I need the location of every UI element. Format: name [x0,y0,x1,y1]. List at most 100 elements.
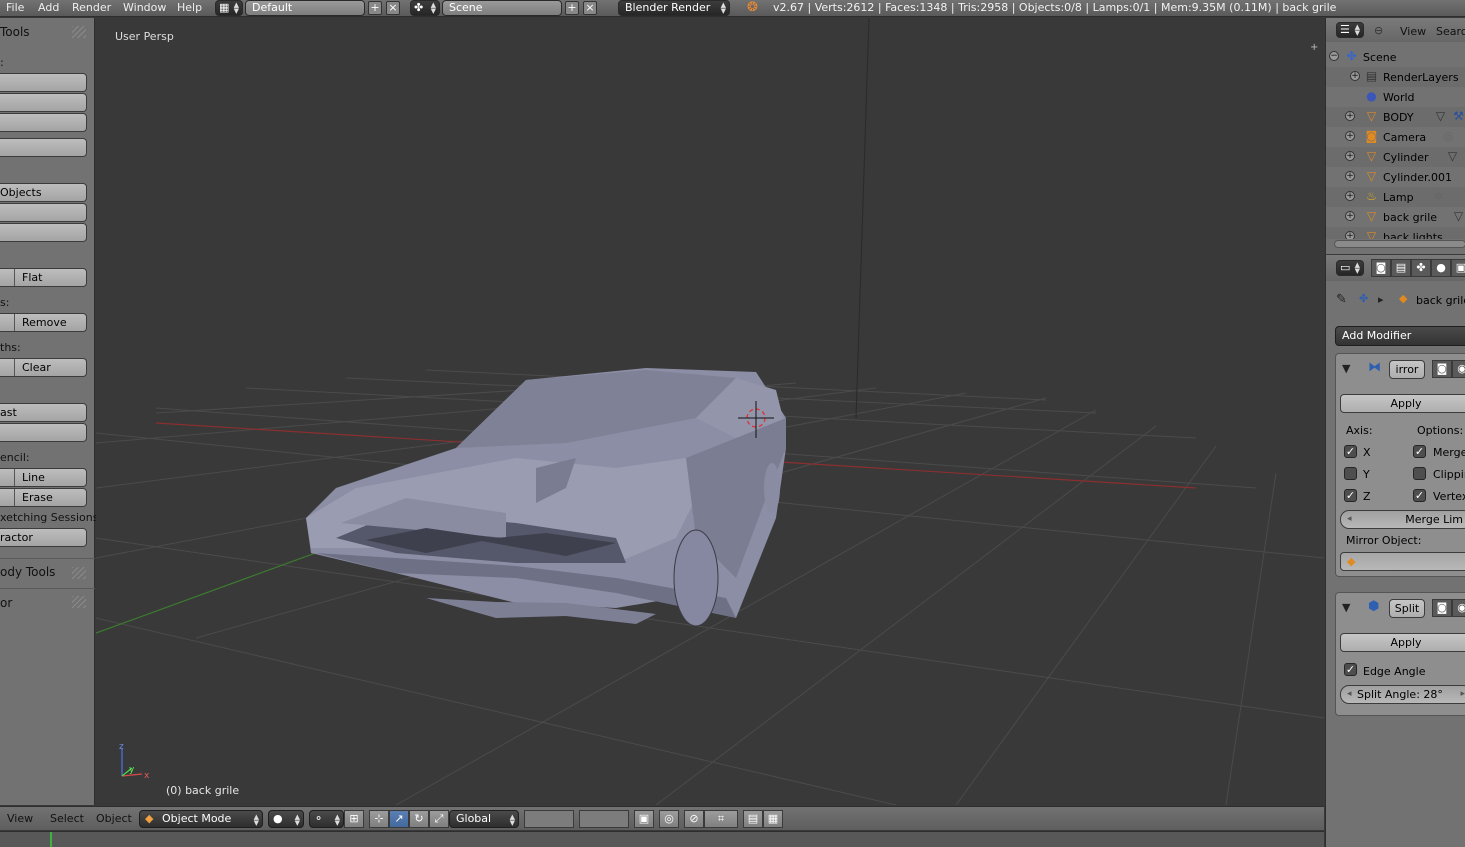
decrement-arrow-icon[interactable]: ◂ [1347,686,1352,703]
menu-view[interactable]: View [1400,25,1426,38]
proportional-edit-icon[interactable]: ◎ [659,810,679,828]
scene-field[interactable]: Scene [442,0,562,16]
panel-drag-handle-icon[interactable] [72,567,86,579]
outliner-row[interactable]: + ♨ Lamp ✲ [1326,187,1465,207]
layers-grid-1[interactable] [524,810,574,828]
outliner-row[interactable]: + ▽ BODY ▽ ⚒ [1326,107,1465,127]
menu-help[interactable]: Help [177,1,202,14]
expand-toggle-icon[interactable]: + [1345,151,1355,161]
menu-object[interactable]: Object [96,812,132,825]
3d-viewport[interactable]: z y x User Persp (0) back grile + [96,18,1324,805]
axis-x-checkbox[interactable]: ✓ [1344,445,1357,458]
viewport-visibility-icon[interactable]: ◉ [1452,360,1465,378]
transform-orientation-dropdown[interactable]: Global ▲ ▼ [449,810,519,828]
screen-layout-icon-button[interactable]: ▦ ▲ ▼ [215,0,243,16]
axis-y-checkbox[interactable] [1344,467,1357,480]
layers-grid-2[interactable] [579,810,629,828]
collapse-icon[interactable]: ⊖ [1374,24,1383,37]
keyframes-remove-button[interactable]: Remove [0,313,87,332]
menu-render[interactable]: Render [72,1,111,14]
edge-angle-checkbox[interactable]: ✓ [1344,663,1357,676]
current-frame-marker[interactable] [50,832,52,847]
expand-toggle-icon[interactable]: + [1345,131,1355,141]
scene-tab-icon[interactable]: ✤ [1411,259,1431,277]
scene-icon-button[interactable]: ✤ ▲ ▼ [410,0,440,16]
remove-layout-icon[interactable]: × [386,1,400,15]
merge-checkbox[interactable]: ✓ [1413,445,1426,458]
render-engine-dropdown[interactable]: Blender Render ▲ ▼ [618,0,730,16]
panel-header[interactable]: or [0,596,12,610]
outliner-row[interactable]: + ▽ Cylinder.001 [1326,167,1465,187]
clipping-checkbox[interactable] [1413,467,1426,480]
merge-limit-field[interactable]: ◂ Merge Lim [1340,510,1465,529]
outliner-row[interactable]: − ✤ Scene [1326,47,1465,67]
properties-toggle-icon[interactable]: + [1310,42,1318,53]
tool-button[interactable] [0,93,87,112]
expand-toggle-icon[interactable]: + [1345,231,1355,239]
lock-camera-icon[interactable]: ▣ [634,810,654,828]
menu-window[interactable]: Window [123,1,166,14]
outliner-row[interactable]: + ▽ Cylinder ▽ [1326,147,1465,167]
menu-select[interactable]: Select [50,812,84,825]
menu-file[interactable]: File [6,1,24,14]
render-visibility-icon[interactable]: ◙ [1432,360,1452,378]
tool-button[interactable] [0,423,87,442]
expand-toggle-icon[interactable]: + [1345,171,1355,181]
panel-drag-handle-icon[interactable] [72,596,86,608]
tool-button[interactable]: ractor [0,528,87,547]
collapse-triangle-icon[interactable]: ▼ [1342,362,1350,375]
car-model[interactable] [306,368,786,627]
remove-scene-icon[interactable]: × [583,1,597,15]
tool-button[interactable] [0,203,87,222]
expand-toggle-icon[interactable]: + [1345,191,1355,201]
render-tab-icon[interactable]: ◙ [1371,259,1391,277]
renderlayers-tab-icon[interactable]: ▤ [1391,259,1411,277]
outliner-row[interactable]: + ▽ back lights [1326,227,1465,239]
translate-manipulator-icon[interactable]: ↗ [389,810,409,828]
editor-type-dropdown[interactable]: ▭ ▲ ▼ [1336,260,1364,276]
panel-header[interactable]: ody Tools [0,565,55,579]
add-layout-icon[interactable]: + [368,1,382,15]
panel-drag-handle-icon[interactable] [72,26,86,38]
outliner-row[interactable]: + ▤ RenderLayers [1326,67,1465,87]
tool-button[interactable] [0,113,87,132]
expand-toggle-icon[interactable]: + [1350,71,1360,81]
collapse-triangle-icon[interactable]: ▼ [1342,601,1350,614]
collapse-toggle-icon[interactable]: − [1329,51,1339,61]
add-scene-icon[interactable]: + [565,1,579,15]
pin-icon[interactable]: ✎ [1336,292,1347,307]
tool-button[interactable] [0,73,87,92]
outliner-row[interactable]: + ▽ back grile ▽ [1326,207,1465,227]
world-tab-icon[interactable]: ● [1431,259,1451,277]
snap-element-dropdown[interactable]: ⌗ [704,810,738,828]
tool-button[interactable] [0,138,87,157]
grease-pencil-line-button[interactable]: Line [0,468,87,487]
mirror-object-field[interactable]: ◆ [1340,552,1465,571]
add-modifier-dropdown[interactable]: Add Modifier [1335,326,1465,346]
expand-toggle-icon[interactable]: + [1345,211,1355,221]
mode-dropdown[interactable]: ◆ Object Mode ▲ ▼ [139,810,263,828]
timeline[interactable] [0,831,1324,847]
shading-flat-button[interactable]: Flat [0,268,87,287]
search-menu[interactable]: Searc [1436,25,1465,38]
outliner-row[interactable]: + ◙ Camera ◎ [1326,127,1465,147]
join-objects-button[interactable]: Objects [0,183,87,202]
pivot-point-dropdown[interactable]: ⚬ ▲ ▼ [309,810,344,828]
apply-split-button[interactable]: Apply [1340,633,1465,652]
tool-button[interactable] [0,223,87,242]
viewport-shading-dropdown[interactable]: ● ▲ ▼ [268,810,304,828]
motion-paths-clear-button[interactable]: Clear [0,358,87,377]
repeat-last-button[interactable]: ast [0,403,87,422]
viewport-visibility-icon[interactable]: ◉ [1452,599,1465,617]
expand-toggle-icon[interactable]: + [1345,111,1355,121]
render-animation-icon[interactable]: ▦ [763,810,783,828]
increment-arrow-icon[interactable]: ▸ [1460,686,1465,703]
decrement-arrow-icon[interactable]: ◂ [1347,511,1352,528]
render-visibility-icon[interactable]: ◙ [1432,599,1452,617]
object-tab-icon[interactable]: ▣ [1451,259,1465,277]
horizontal-scrollbar[interactable] [1334,240,1465,248]
editor-type-dropdown[interactable]: ☰ ▲ ▼ [1336,22,1364,38]
scale-manipulator-icon[interactable]: ⤢ [429,810,449,828]
modifier-name-field[interactable]: Split [1389,599,1425,618]
axis-z-checkbox[interactable]: ✓ [1344,489,1357,502]
